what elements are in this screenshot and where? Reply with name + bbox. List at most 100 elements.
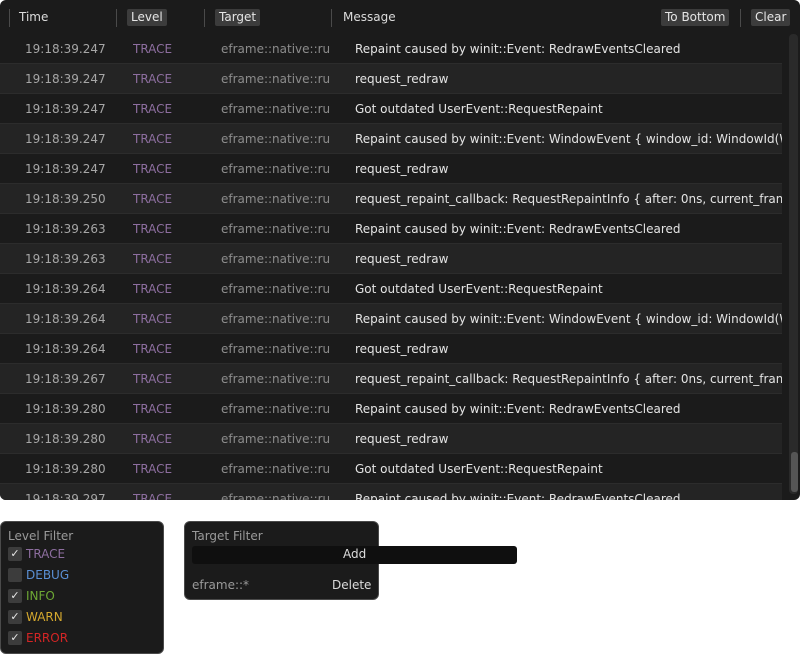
add-target-button[interactable]: Add — [343, 547, 366, 561]
log-target: eframe::native::ru... — [221, 462, 331, 476]
log-scrollbar-thumb[interactable] — [791, 452, 798, 492]
log-level: TRACE — [133, 42, 173, 56]
log-message: request_redraw — [355, 162, 449, 176]
log-time: 19:18:39.247 — [25, 72, 106, 86]
log-message: Repaint caused by winit::Event: RedrawEv… — [355, 492, 681, 500]
level-filter-panel: Level Filter ✓ TRACE DEBUG ✓ INFO ✓ WARN ✓ ERROR — [0, 521, 164, 654]
log-target: eframe::native::ru... — [221, 282, 331, 296]
log-row: 19:18:39.247 TRACE eframe::native::ru... Re… — [0, 124, 782, 154]
log-message: Got outdated UserEvent::RequestRepaint — [355, 102, 603, 116]
checkbox[interactable]: ✓ — [8, 631, 22, 645]
log-target: eframe::native::ru... — [221, 252, 331, 266]
log-row: 19:18:39.280 TRACE eframe::native::ru... re… — [0, 424, 782, 454]
log-target: eframe::native::ru... — [221, 72, 331, 86]
checkbox[interactable] — [8, 568, 22, 582]
log-level: TRACE — [133, 252, 173, 266]
log-message: request_redraw — [355, 432, 449, 446]
log-target: eframe::native::ru... — [221, 162, 331, 176]
target-filter-entry: eframe::* — [192, 578, 250, 592]
to-bottom-button[interactable]: To Bottom — [661, 9, 730, 26]
column-divider[interactable] — [9, 9, 10, 27]
log-level: TRACE — [133, 492, 173, 500]
log-message: request_redraw — [355, 72, 449, 86]
log-message: Got outdated UserEvent::RequestRepaint — [355, 462, 603, 476]
target-filter-panel: Target Filter Add eframe::* Delete — [184, 521, 517, 600]
checkbox-label: INFO — [26, 589, 55, 603]
clear-button[interactable]: Clear — [751, 9, 791, 26]
log-target: eframe::native::ru... — [221, 402, 331, 416]
log-list[interactable]: 19:18:39.247 TRACE eframe::native::ru... Re… — [0, 34, 782, 500]
log-row: 19:18:39.247 TRACE eframe::native::ru... Re… — [0, 34, 782, 64]
log-target: eframe::native::ru... — [221, 102, 331, 116]
log-target: eframe::native::ru... — [221, 372, 331, 386]
log-row: 19:18:39.247 TRACE eframe::native::ru... re… — [0, 64, 782, 94]
log-target: eframe::native::ru... — [221, 492, 331, 500]
checkbox-label: DEBUG — [26, 568, 70, 582]
log-row: 19:18:39.250 TRACE eframe::native::ru... re… — [0, 184, 782, 214]
log-message: Repaint caused by winit::Event: RedrawEv… — [355, 402, 681, 416]
target-sort-button[interactable]: Target — [215, 9, 261, 26]
checkbox-label: WARN — [26, 610, 63, 624]
log-time: 19:18:39.264 — [25, 282, 106, 296]
column-divider[interactable] — [331, 9, 332, 27]
delete-target-button[interactable]: Delete — [332, 578, 371, 592]
log-time: 19:18:39.247 — [25, 162, 106, 176]
checkbox[interactable]: ✓ — [8, 589, 22, 603]
log-level: TRACE — [133, 402, 173, 416]
log-row: 19:18:39.247 TRACE eframe::native::ru... Go… — [0, 94, 782, 124]
log-time: 19:18:39.247 — [25, 132, 106, 146]
log-message: request_redraw — [355, 252, 449, 266]
log-row: 19:18:39.280 TRACE eframe::native::ru... Re… — [0, 394, 782, 424]
log-message: Repaint caused by winit::Event: WindowEv… — [355, 132, 782, 146]
log-time: 19:18:39.247 — [25, 102, 106, 116]
log-level: TRACE — [133, 462, 173, 476]
log-level: TRACE — [133, 342, 173, 356]
log-target: eframe::native::ru... — [221, 432, 331, 446]
log-table-header: Time Level Target Message To Bottom Clea… — [0, 0, 800, 34]
checkbox-label: ERROR — [26, 631, 69, 645]
log-target: eframe::native::ru... — [221, 132, 331, 146]
log-level: TRACE — [133, 102, 173, 116]
log-row: 19:18:39.263 TRACE eframe::native::ru... Re… — [0, 214, 782, 244]
log-message: request_redraw — [355, 342, 449, 356]
log-scrollbar-track[interactable] — [789, 34, 798, 494]
level-sort-button[interactable]: Level — [127, 9, 167, 26]
column-divider[interactable] — [204, 9, 205, 27]
message-column-header: Message — [343, 10, 396, 24]
level-filter-title: Level Filter — [8, 529, 74, 543]
log-message: request_repaint_callback: RequestRepaint… — [355, 372, 782, 386]
log-level: TRACE — [133, 222, 173, 236]
log-time: 19:18:39.280 — [25, 402, 106, 416]
log-time: 19:18:39.264 — [25, 342, 106, 356]
log-time: 19:18:39.250 — [25, 192, 106, 206]
log-level: TRACE — [133, 372, 173, 386]
log-message: Repaint caused by winit::Event: WindowEv… — [355, 312, 782, 326]
time-column-header: Time — [19, 10, 49, 24]
log-time: 19:18:39.267 — [25, 372, 106, 386]
log-row: 19:18:39.280 TRACE eframe::native::ru... Go… — [0, 454, 782, 484]
checkbox[interactable]: ✓ — [8, 547, 22, 561]
column-divider — [740, 9, 741, 27]
log-target: eframe::native::ru... — [221, 42, 331, 56]
log-message: Got outdated UserEvent::RequestRepaint — [355, 282, 603, 296]
log-level: TRACE — [133, 72, 173, 86]
column-divider[interactable] — [116, 9, 117, 27]
log-row: 19:18:39.264 TRACE eframe::native::ru... re… — [0, 334, 782, 364]
log-message: request_repaint_callback: RequestRepaint… — [355, 192, 782, 206]
log-level: TRACE — [133, 192, 173, 206]
log-time: 19:18:39.263 — [25, 252, 106, 266]
log-level: TRACE — [133, 312, 173, 326]
log-time: 19:18:39.280 — [25, 462, 106, 476]
log-time: 19:18:39.280 — [25, 432, 106, 446]
log-target: eframe::native::ru... — [221, 192, 331, 206]
log-row: 19:18:39.264 TRACE eframe::native::ru... Go… — [0, 274, 782, 304]
log-time: 19:18:39.263 — [25, 222, 106, 236]
log-level: TRACE — [133, 132, 173, 146]
checkbox[interactable]: ✓ — [8, 610, 22, 624]
log-panel: Time Level Target Message To Bottom Clea… — [0, 0, 800, 500]
log-row: 19:18:39.264 TRACE eframe::native::ru... Re… — [0, 304, 782, 334]
log-row: 19:18:39.297 TRACE eframe::native::ru... Re… — [0, 484, 782, 500]
checkbox-label: TRACE — [26, 547, 66, 561]
log-row: 19:18:39.267 TRACE eframe::native::ru... re… — [0, 364, 782, 394]
log-time: 19:18:39.297 — [25, 492, 106, 500]
